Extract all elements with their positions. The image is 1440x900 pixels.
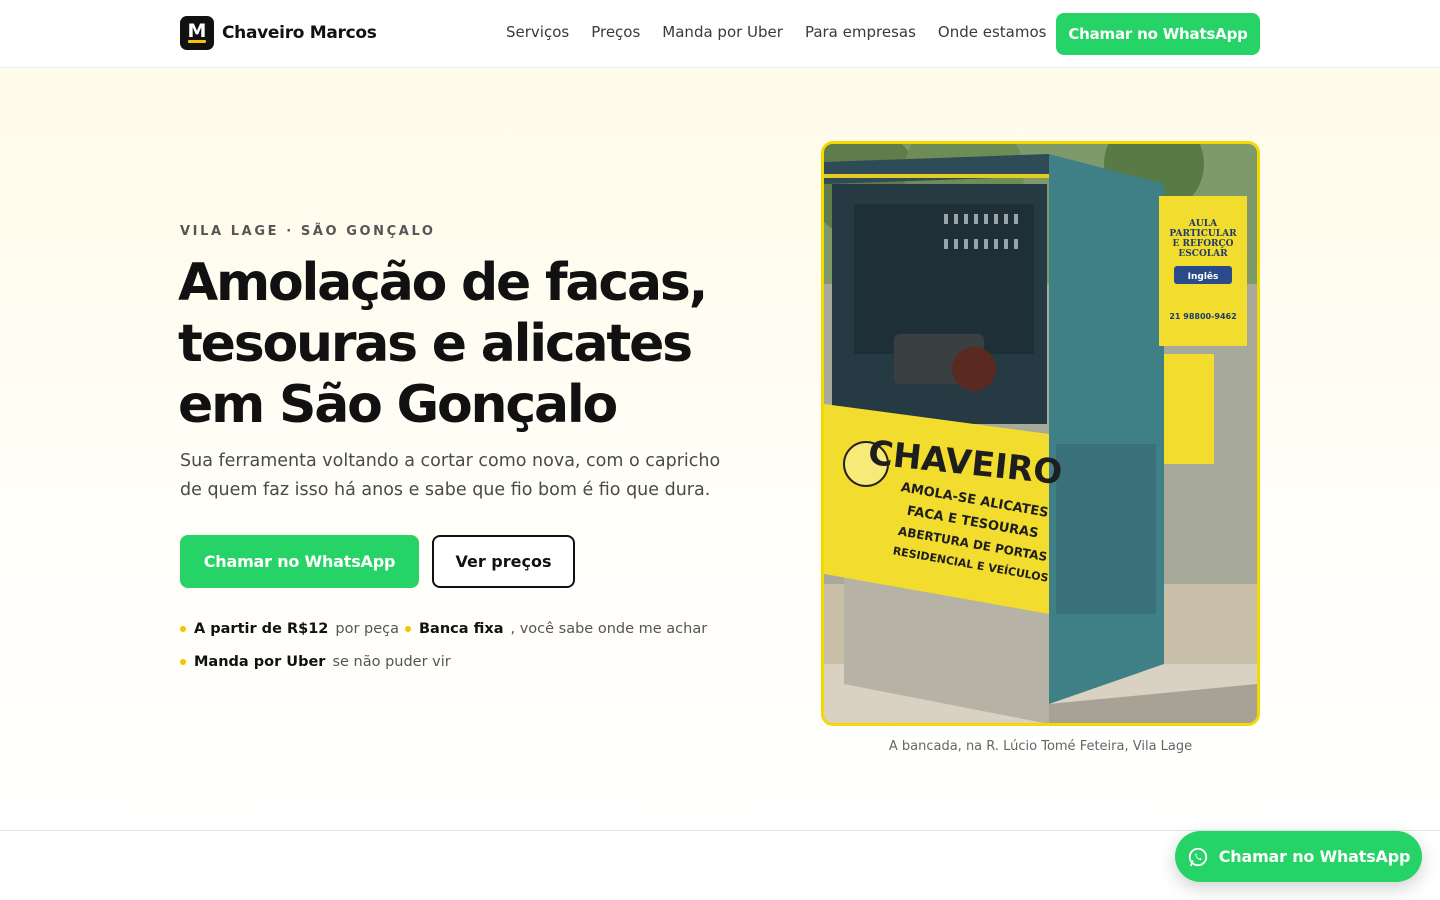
see-prices-button[interactable]: Ver preços [432, 535, 575, 588]
nav-link-precos[interactable]: Preços [591, 23, 640, 41]
feature-uber: Manda por Uber se não puder vir [180, 654, 451, 670]
feature-text: se não puder vir [332, 654, 451, 670]
logo-letter: M [187, 19, 207, 42]
poster-line: ESCOLAR [1178, 249, 1228, 259]
stall-photo: AULA PARTICULAR E REFORÇO ESCOLAR Inglês… [821, 141, 1260, 726]
nav-link-empresas[interactable]: Para empresas [805, 23, 916, 41]
poster-line: E REFORÇO [1172, 239, 1233, 249]
nav-whatsapp-button[interactable]: Chamar no WhatsApp [1056, 13, 1260, 55]
feature-bold: A partir de R$12 [194, 621, 329, 637]
feature-bold: Banca fixa [419, 621, 504, 637]
hero-section: VILA LAGE · SÃO GONÇALO Amolação de faca… [0, 69, 1440, 831]
poster-line: AULA [1188, 219, 1218, 229]
nav-link-onde-estamos[interactable]: Onde estamos [938, 23, 1047, 41]
poster-phone: 21 98800-9462 [1169, 312, 1236, 321]
nav-link-uber[interactable]: Manda por Uber [662, 23, 783, 41]
floating-whatsapp-button[interactable]: Chamar no WhatsApp [1175, 831, 1422, 882]
headline-line: Amolação de facas, [178, 253, 708, 313]
nav-link-servicos[interactable]: Serviços [506, 23, 569, 41]
poster-line: PARTICULAR [1169, 229, 1237, 239]
bullet-dot [180, 626, 186, 632]
bullet-dot [180, 659, 186, 665]
headline-line: tesouras e alicates [178, 314, 693, 374]
brand[interactable]: M Chaveiro Marcos [180, 16, 377, 50]
poster-badge: Inglês [1188, 271, 1219, 282]
hero-whatsapp-button[interactable]: Chamar no WhatsApp [180, 535, 419, 588]
feature-fixed-stall: Banca fixa , você sabe onde me achar [405, 621, 707, 637]
feature-text: , você sabe onde me achar [510, 621, 708, 637]
headline-line: em São Gonçalo [178, 375, 618, 435]
bullet-dot [405, 626, 411, 632]
hero-eyebrow: VILA LAGE · SÃO GONÇALO [180, 224, 436, 239]
feature-price: A partir de R$12 por peça [180, 621, 399, 637]
feature-text: por peça [335, 621, 400, 637]
brand-name: Chaveiro Marcos [222, 23, 377, 43]
feature-bold: Manda por Uber [194, 654, 326, 670]
top-nav: M Chaveiro Marcos Serviços Preços Manda … [0, 0, 1440, 68]
hero-subtitle: Sua ferramenta voltando a cortar como no… [180, 451, 721, 500]
whatsapp-icon [1188, 847, 1207, 866]
photo-caption: A bancada, na R. Lúcio Tomé Feteira, Vil… [888, 739, 1193, 754]
nav-links: Serviços Preços Manda por Uber Para empr… [506, 23, 1046, 41]
hero-headline: Amolação de facas, tesouras e alicates e… [178, 253, 758, 436]
logo-icon: M [180, 16, 214, 50]
floating-whatsapp-label: Chamar no WhatsApp [1218, 847, 1411, 866]
